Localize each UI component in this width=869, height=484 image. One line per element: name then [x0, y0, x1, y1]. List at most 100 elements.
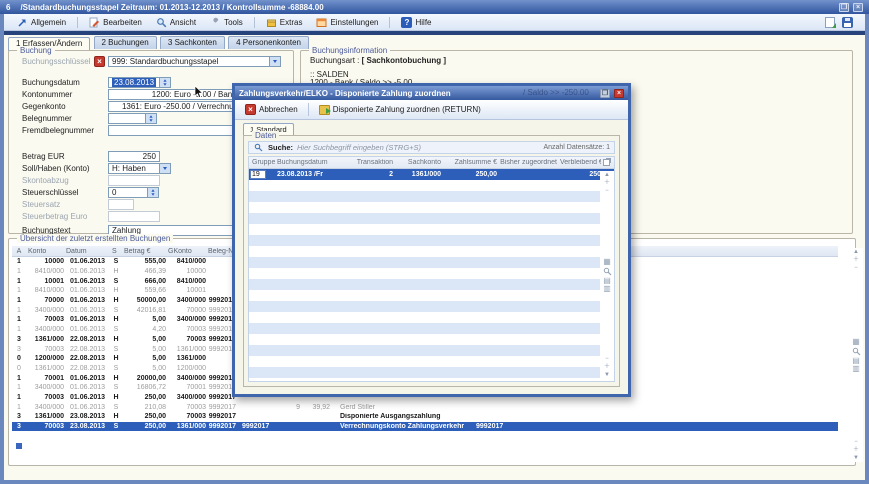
- cell-datum: 01.06.2013: [64, 375, 110, 382]
- cell-betrag: 5,00: [122, 365, 166, 372]
- col-header[interactable]: Konto: [26, 248, 64, 255]
- cell-s: H: [110, 375, 122, 382]
- cell-konto: 70003: [26, 423, 64, 430]
- scroll-top-icon[interactable]: ▲: [853, 248, 859, 256]
- grid-icon[interactable]: ▦: [603, 258, 611, 266]
- close-icon[interactable]: ×: [853, 3, 863, 12]
- belegnummer-input[interactable]: [108, 113, 146, 124]
- cell-konto: 10001: [26, 278, 64, 285]
- cell-s: H: [110, 336, 122, 343]
- scroll-top-icon[interactable]: ▲: [604, 171, 610, 179]
- payment-row[interactable]: 19 23.08.2013 /Fr 2 1361/000 250,00 250: [249, 169, 614, 180]
- cell-datum: 23.08.2013: [64, 413, 110, 420]
- search-bar[interactable]: Suche: Hier Suchbegriff eingeben (STRG+S…: [248, 141, 615, 154]
- cell-konto: 3400/000: [26, 307, 64, 314]
- col-header[interactable]: Transaktion: [339, 159, 393, 166]
- restore-icon[interactable]: ❐: [839, 3, 849, 12]
- table-row[interactable]: 3 70003 23.08.2013 S 250,00 1361/000 999…: [12, 422, 838, 432]
- col-header[interactable]: Bisher zugeordnet: [497, 159, 557, 166]
- col-header[interactable]: Buchungsdatum: [275, 159, 339, 166]
- scroll-minus-icon[interactable]: −: [854, 264, 858, 272]
- menu-einstellungen[interactable]: Einstellungen: [311, 16, 383, 29]
- col-header[interactable]: Datum: [64, 248, 110, 255]
- scroll-plus-icon[interactable]: ＋: [604, 179, 610, 187]
- search-icon: [253, 142, 264, 153]
- scroll-minus-icon[interactable]: −: [854, 438, 858, 446]
- menu-hilfe[interactable]: ? Hilfe: [396, 16, 436, 29]
- tab-personenkonten[interactable]: 4 Personenkonten: [228, 36, 309, 49]
- field-label: Soll/Haben (Konto): [22, 164, 106, 173]
- table-row[interactable]: 1 3400/000 01.06.2013 S 210,08 70003 999…: [12, 402, 838, 412]
- scroll-plus-icon[interactable]: ＋: [604, 363, 610, 371]
- abort-button[interactable]: × Abbrechen: [241, 103, 302, 116]
- scroll-plus-icon[interactable]: ＋: [853, 446, 859, 454]
- group-label: Übersicht der zuletzt erstellten Buchung…: [17, 234, 173, 243]
- grid-icon[interactable]: ▦: [852, 338, 860, 346]
- scroll-plus-icon[interactable]: ＋: [853, 256, 859, 264]
- menu-tools[interactable]: Tools: [205, 16, 248, 29]
- col-header[interactable]: GKonto: [166, 248, 206, 255]
- cell-betrag: 250,00: [122, 394, 166, 401]
- spinner-button[interactable]: [148, 187, 159, 198]
- dialog-close-icon[interactable]: ×: [614, 89, 624, 98]
- assign-icon: [319, 105, 330, 115]
- dropdown-button[interactable]: [160, 163, 171, 174]
- cell-betrag: 50000,00: [122, 297, 166, 304]
- cell-betrag: 4,20: [122, 326, 166, 333]
- steuerschluessel-input[interactable]: 0: [108, 187, 148, 198]
- assign-button[interactable]: Disponierte Zahlung zuordnen (RETURN): [315, 104, 485, 116]
- settings-window-icon: [316, 17, 327, 28]
- scroll-minus-icon[interactable]: −: [605, 187, 609, 195]
- col-header[interactable]: Verbleibend €: [557, 159, 601, 166]
- cell-beleg: 9992017: [206, 423, 236, 430]
- cell-datum: 01.06.2013: [64, 316, 110, 323]
- magnifier-icon[interactable]: [602, 266, 613, 277]
- gruppe-edit-box[interactable]: 19: [250, 170, 266, 179]
- spinner-button[interactable]: [146, 113, 157, 124]
- dialog-scroll-strip: ▲ ＋ − ▦ ▤ ▥ − ＋ ▼: [600, 171, 614, 379]
- save-icon[interactable]: [842, 17, 853, 28]
- cell-datum: 23.08.2013: [64, 423, 110, 430]
- spinner-button[interactable]: [160, 77, 171, 88]
- view-magnifier-icon: [156, 17, 167, 28]
- cell-a: 1: [12, 307, 26, 314]
- scroll-minus-icon[interactable]: −: [605, 355, 609, 363]
- columns-icon[interactable]: ▥: [852, 365, 860, 373]
- menu-bearbeiten[interactable]: Bearbeiten: [84, 16, 147, 29]
- col-header[interactable]: Sachkonto: [393, 159, 441, 166]
- copy-icon[interactable]: [603, 159, 610, 166]
- menu-allgemein[interactable]: Allgemein: [12, 16, 71, 29]
- tab-sachkonten[interactable]: 3 Sachkonten: [160, 36, 225, 49]
- sollhaben-select[interactable]: H: Haben: [108, 163, 160, 174]
- cell-datum: 22.08.2013: [64, 336, 110, 343]
- scroll-bottom-icon[interactable]: ▼: [853, 454, 859, 462]
- cell-betrag: 5,00: [122, 346, 166, 353]
- columns-icon[interactable]: ▥: [603, 285, 611, 293]
- cell-datum: 01.06.2013: [64, 278, 110, 285]
- cell-s: H: [110, 413, 122, 420]
- menu-extras[interactable]: Extras: [261, 16, 308, 29]
- cell-konto: 70001: [26, 375, 64, 382]
- magnifier-icon[interactable]: [851, 346, 862, 357]
- col-header[interactable]: Gruppe: [249, 159, 275, 166]
- arrow-ne-icon: [17, 17, 28, 28]
- scroll-bottom-icon[interactable]: ▼: [604, 371, 610, 379]
- dropdown-button[interactable]: [270, 56, 281, 67]
- col-header[interactable]: S: [110, 248, 122, 255]
- cell-gkonto: 3400/000: [166, 394, 206, 401]
- buchungsschluessel-select[interactable]: 999: Standardbuchungsstapel: [108, 56, 270, 67]
- col-header[interactable]: Zahlsumme €: [441, 159, 497, 166]
- dialog-title: Zahlungsverkehr/ELKO - Disponierte Zahlu…: [239, 89, 451, 98]
- dialog-table-header: Gruppe Buchungsdatum Transaktion Sachkon…: [249, 157, 614, 169]
- buchungsdatum-input[interactable]: 23.08.2013: [108, 77, 160, 88]
- col-header[interactable]: A: [12, 248, 26, 255]
- post-document-icon[interactable]: [825, 17, 835, 28]
- betrag-input[interactable]: 250: [108, 151, 160, 162]
- tab-buchungen[interactable]: 2 Buchungen: [94, 36, 157, 49]
- clear-x-icon[interactable]: ×: [94, 56, 105, 67]
- dialog-restore-icon[interactable]: ❐: [600, 89, 610, 98]
- col-header[interactable]: Betrag €: [122, 248, 166, 255]
- table-row[interactable]: 3 1361/000 23.08.2013 H 250,00 70003 999…: [12, 412, 838, 422]
- menu-ansicht[interactable]: Ansicht: [151, 16, 201, 29]
- field-label: Buchungsdatum: [22, 78, 106, 87]
